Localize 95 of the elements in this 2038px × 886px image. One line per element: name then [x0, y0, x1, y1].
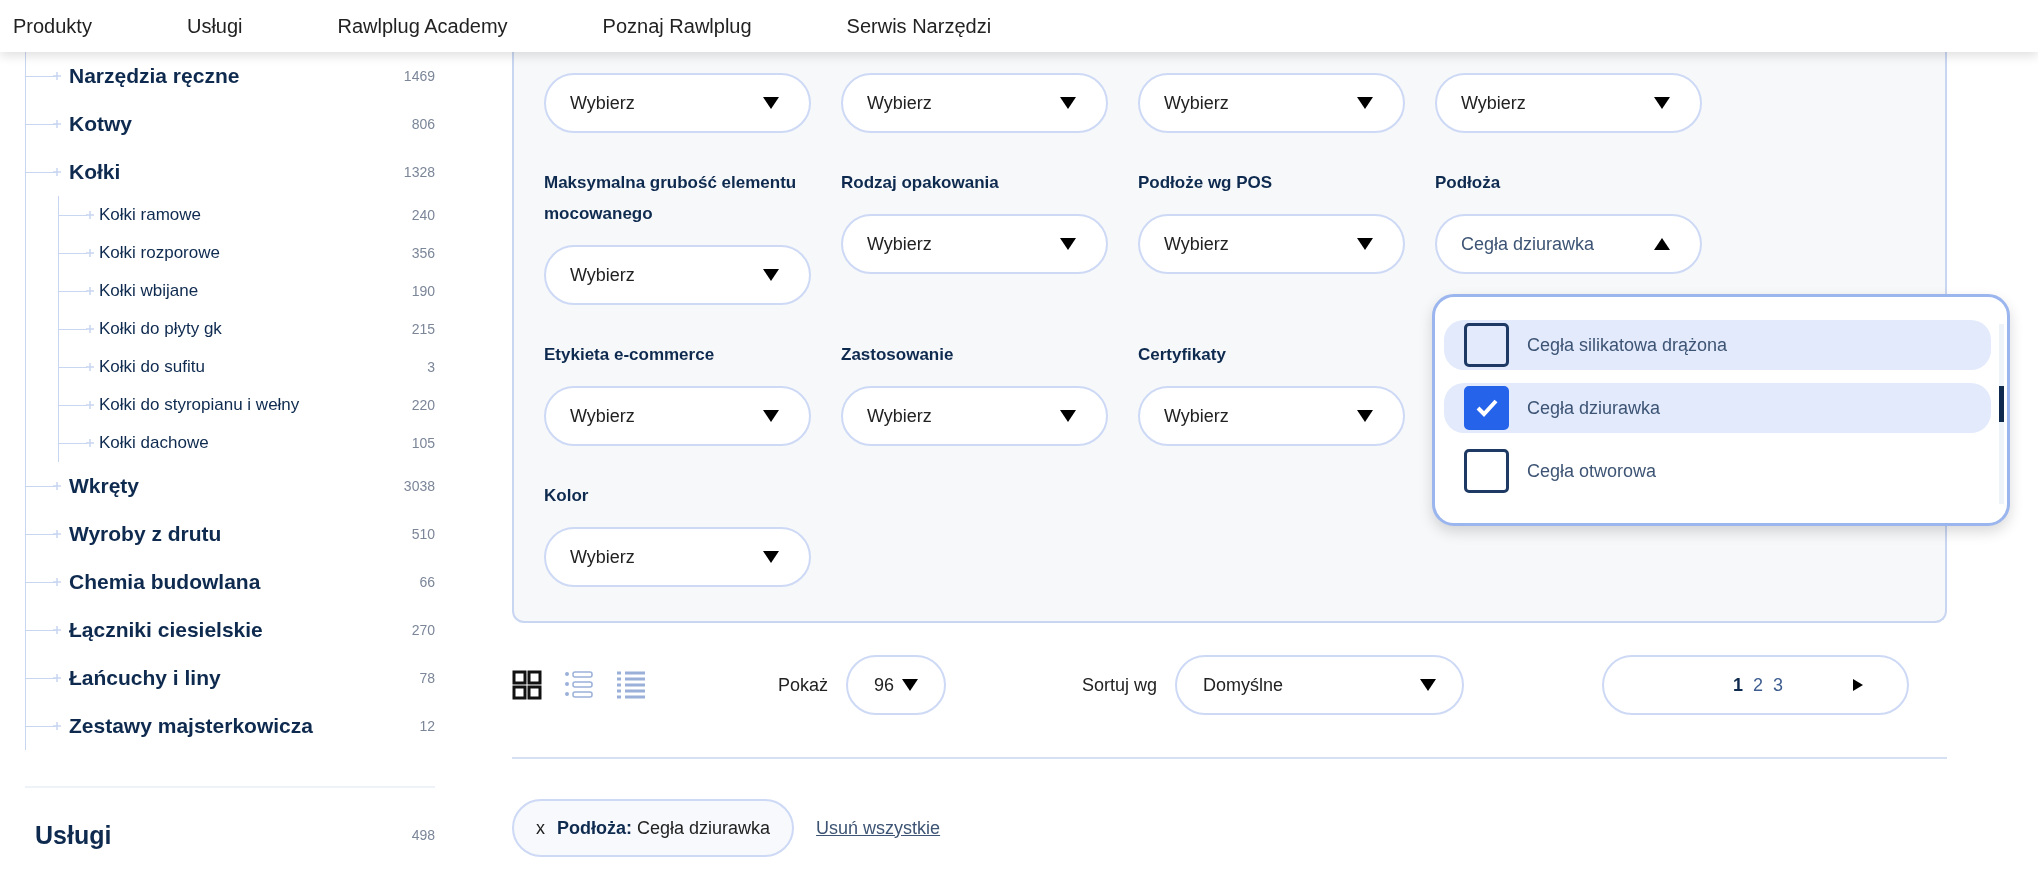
- checkbox[interactable]: [1464, 449, 1509, 493]
- subcategory-link[interactable]: Kołki dachowe: [99, 433, 412, 453]
- grid-view-icon: [512, 670, 542, 700]
- sort-label: Sortuj wg: [1082, 674, 1158, 696]
- caret-icon: [763, 551, 779, 563]
- show-label: Pokaż: [778, 674, 829, 696]
- subcategory-link[interactable]: Kołki wbijane: [99, 281, 412, 301]
- filter-label: Etykieta e-commerce: [544, 344, 716, 366]
- filter-label: Certyfikaty: [1138, 344, 1227, 366]
- category-link[interactable]: Narzędzia ręczne: [69, 64, 404, 88]
- item-count: 240: [411, 207, 435, 223]
- detailed-list-icon: [564, 670, 594, 700]
- page-link[interactable]: 1: [1733, 674, 1744, 696]
- category-link[interactable]: Zestawy majsterkowicza: [69, 714, 420, 738]
- nav-link[interactable]: Rawlplug Academy: [337, 14, 508, 38]
- caret-icon: [1654, 97, 1670, 109]
- filter-select[interactable]: Wybierz: [1138, 214, 1405, 274]
- next-page-button[interactable]: [1853, 679, 1864, 691]
- nav-link[interactable]: Serwis Narzędzi: [846, 14, 992, 38]
- category-link[interactable]: Łańcuchy i liny: [69, 666, 420, 690]
- item-count: 190: [411, 283, 435, 299]
- caret-icon: [763, 410, 779, 422]
- dropdown-option[interactable]: Cegła otworowa: [1444, 446, 1991, 496]
- check-icon: [1474, 398, 1499, 418]
- category-link[interactable]: Łączniki ciesielskie: [69, 618, 412, 642]
- active-filter-chip[interactable]: x Podłoża: Cegła dziurawka: [512, 799, 795, 857]
- list-view-icon: [616, 670, 646, 700]
- caret-icon: [1060, 410, 1076, 422]
- caret-icon: [1654, 238, 1670, 250]
- item-count: 220: [411, 397, 435, 413]
- category-link[interactable]: Wkręty: [69, 474, 404, 498]
- subcategory-link[interactable]: Kołki do styropianu i wełny: [99, 395, 412, 415]
- item-count: 498: [411, 827, 435, 843]
- dropdown-option[interactable]: Cegła dziurawka: [1444, 383, 1991, 433]
- nav-link[interactable]: Produkty: [13, 14, 92, 38]
- caret-icon: [1357, 410, 1373, 422]
- item-count: 1469: [403, 68, 435, 84]
- item-count: 806: [411, 116, 435, 132]
- scrollbar[interactable]: [1999, 324, 2004, 504]
- item-count: 356: [411, 245, 435, 261]
- category-link[interactable]: Wyroby z drutu: [69, 522, 412, 546]
- view-mode-button[interactable]: [512, 670, 542, 700]
- section-link[interactable]: Usługi: [35, 820, 412, 850]
- filter-select[interactable]: Wybierz: [841, 73, 1108, 133]
- item-count: 78: [419, 670, 435, 686]
- checkbox[interactable]: [1464, 323, 1509, 367]
- clear-all-link[interactable]: Usuń wszystkie: [816, 817, 941, 839]
- category-link[interactable]: Chemia budowlana: [69, 570, 420, 594]
- caret-icon: [1060, 97, 1076, 109]
- dropdown-option[interactable]: Cegła silikatowa drążona: [1444, 320, 1991, 370]
- filter-label: Maksymalna grubość elementu mocowanego: [544, 172, 798, 225]
- filter-select[interactable]: Wybierz: [544, 245, 811, 305]
- caret-icon: [902, 679, 919, 691]
- checkbox[interactable]: [1464, 386, 1509, 430]
- item-count: 12: [419, 718, 435, 734]
- filter-select[interactable]: Wybierz: [544, 527, 811, 587]
- subcategory-link[interactable]: Kołki ramowe: [99, 205, 412, 225]
- item-count: 3038: [403, 478, 435, 494]
- category-link[interactable]: Kołki: [69, 160, 404, 184]
- caret-icon: [1357, 97, 1373, 109]
- filter-label: Podłoża: [1435, 172, 1502, 194]
- category-link[interactable]: Kotwy: [69, 112, 412, 136]
- caret-icon: [763, 97, 779, 109]
- filter-select[interactable]: Wybierz: [841, 386, 1108, 446]
- subcategory-link[interactable]: Kołki do płyty gk: [99, 319, 412, 339]
- caret-icon: [1420, 679, 1437, 691]
- item-count: 1328: [403, 164, 435, 180]
- sort-select[interactable]: Domyślne: [1175, 655, 1465, 715]
- per-page-select[interactable]: 96: [846, 655, 947, 715]
- caret-icon: [1357, 238, 1373, 250]
- nav-link[interactable]: Usługi: [186, 14, 243, 38]
- filter-select[interactable]: Wybierz: [841, 214, 1108, 274]
- filter-select[interactable]: Wybierz: [1138, 73, 1405, 133]
- filter-select[interactable]: Wybierz: [1138, 386, 1405, 446]
- page-link[interactable]: 3: [1773, 674, 1784, 696]
- item-count: 66: [419, 574, 435, 590]
- nav-link[interactable]: Poznaj Rawlplug: [602, 14, 752, 38]
- item-count: 3: [427, 359, 435, 375]
- page-link[interactable]: 2: [1753, 674, 1764, 696]
- subcategory-link[interactable]: Kołki do sufitu: [99, 357, 428, 377]
- filter-select[interactable]: Wybierz: [544, 386, 811, 446]
- item-count: 270: [411, 622, 435, 638]
- filter-label: Podłoże wg POS: [1138, 172, 1274, 194]
- filter-label: Zastosowanie: [841, 344, 955, 366]
- caret-icon: [763, 269, 779, 281]
- filter-label: Kolor: [544, 485, 590, 507]
- item-count: 105: [411, 435, 435, 451]
- filter-select[interactable]: Wybierz: [544, 73, 811, 133]
- filter-label: Rodzaj opakowania: [841, 172, 1000, 194]
- subcategory-link[interactable]: Kołki rozporowe: [99, 243, 412, 263]
- item-count: 215: [411, 321, 435, 337]
- caret-icon: [1060, 238, 1076, 250]
- filter-select[interactable]: Wybierz: [1435, 73, 1702, 133]
- filter-select[interactable]: Cegła dziurawka: [1435, 214, 1702, 274]
- item-count: 510: [411, 526, 435, 542]
